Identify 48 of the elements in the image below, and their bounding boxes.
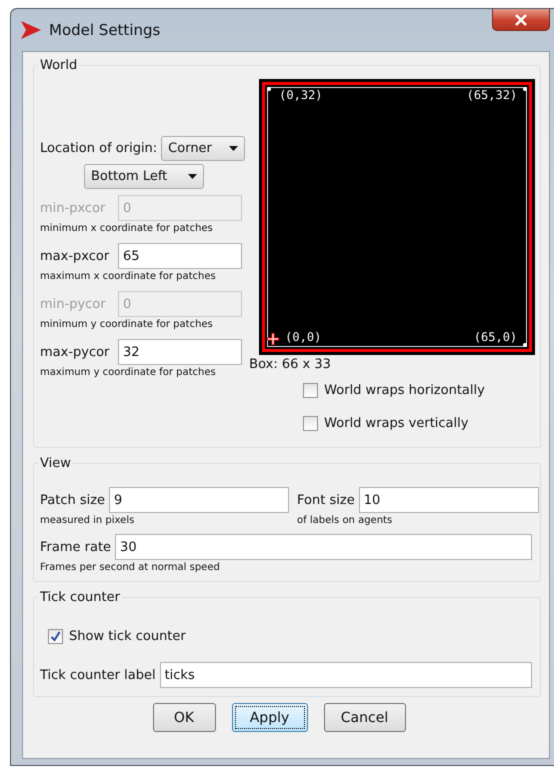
dialog-button[interactable]: OK: [152, 703, 216, 732]
field-hint: Frames per second at normal speed: [40, 562, 220, 573]
origin-crosshair-icon: [267, 333, 280, 345]
tick-label-field[interactable]: ticks: [160, 662, 532, 688]
origin-corner-dropdown[interactable]: Bottom Left: [84, 164, 204, 189]
field-hint: minimum y coordinate for patches: [40, 319, 213, 330]
origin-mode-dropdown[interactable]: Corner: [161, 136, 246, 161]
field-label: max-pxcor: [40, 248, 110, 264]
setting-field[interactable]: 9: [109, 487, 290, 513]
app-logo-icon: [21, 21, 41, 39]
field-hint: measured in pixels: [40, 515, 134, 526]
field-hint: maximum y coordinate for patches: [40, 367, 216, 378]
field-label: Patch size: [40, 492, 106, 508]
corner-coordinate: (0,0): [285, 330, 322, 344]
field-hint: minimum x coordinate for patches: [40, 223, 213, 234]
window-title: Model Settings: [49, 21, 160, 39]
box-size-text: Box: 66 x 33: [249, 357, 331, 372]
close-icon: [514, 14, 528, 26]
section-title: View: [39, 456, 72, 471]
close-button[interactable]: [492, 9, 550, 31]
field-label: Frame rate: [40, 540, 112, 554]
checkbox[interactable]: [303, 416, 318, 431]
corner-coordinate: (65,32): [466, 88, 518, 102]
corner-coordinate: (0,32): [279, 88, 323, 102]
coordinate-field[interactable]: 65: [118, 243, 242, 269]
setting-field[interactable]: 10: [358, 487, 539, 513]
corner-coordinate: (65,0): [474, 330, 518, 344]
section-title: Tick counter: [39, 590, 121, 605]
field-label: min-pxcor: [40, 200, 106, 216]
dialog-button[interactable]: Apply: [232, 703, 308, 732]
coordinate-field[interactable]: 32: [118, 339, 242, 365]
field-label: Font size: [297, 492, 355, 508]
setting-field[interactable]: 30: [115, 534, 532, 560]
field-label: Tick counter label: [40, 668, 156, 682]
field-hint: of labels on agents: [297, 515, 392, 526]
origin-label: Location of origin:: [40, 141, 158, 156]
checkbox-label: World wraps horizontally: [324, 383, 485, 398]
dialog-button[interactable]: Cancel: [324, 703, 406, 732]
section-title: World: [39, 58, 78, 73]
checkbox[interactable]: [48, 629, 63, 644]
checkbox-label: World wraps vertically: [324, 416, 468, 431]
field-label: min-pycor: [40, 296, 107, 312]
checkbox-label: Show tick counter: [69, 629, 186, 644]
field-hint: maximum x coordinate for patches: [40, 271, 216, 282]
field-label: max-pycor: [40, 344, 110, 360]
checkbox[interactable]: [303, 383, 318, 398]
dropdown-caret-icon: [188, 174, 197, 179]
dropdown-caret-icon: [229, 146, 238, 151]
